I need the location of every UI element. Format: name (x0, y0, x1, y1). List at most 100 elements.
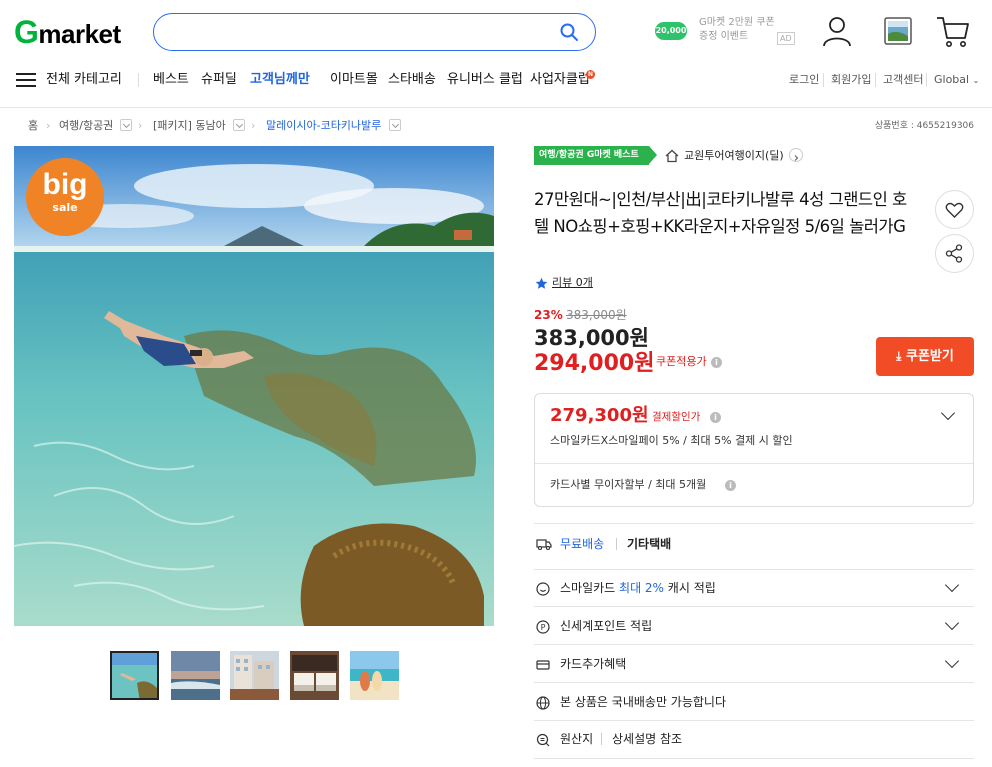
row-divider (534, 644, 974, 645)
breadcrumb-level3[interactable]: 말레이시아-코타키나발루 (266, 119, 381, 133)
coupon-price: 294,000원 (534, 351, 655, 376)
main-nav: 전체 카테고리 베스트 슈퍼딜 고객님께만 이마트몰 스타배송 유니버스 클럽 … (0, 66, 992, 96)
product-number: 상품번호 : 4655219306 (874, 121, 974, 131)
nav-divider (138, 73, 139, 87)
thumbnail-1[interactable] (110, 651, 159, 700)
my-account-icon[interactable] (821, 14, 853, 48)
info-icon[interactable]: i (725, 480, 736, 491)
logo-text: market (38, 19, 121, 49)
breadcrumb-separator: › (251, 119, 256, 132)
origin-search-icon (536, 733, 550, 747)
breadcrumb-separator: › (46, 119, 51, 132)
nav-universe-club[interactable]: 유니버스 클럽 (447, 71, 523, 89)
seller-name-link[interactable]: 교원투어여행이지(딜) (684, 148, 784, 164)
search-icon[interactable] (559, 22, 579, 42)
thumbnail-2[interactable] (171, 651, 220, 700)
new-badge: N (586, 70, 595, 79)
cart-icon[interactable] (935, 14, 971, 48)
thumbnail-5[interactable] (350, 651, 399, 700)
breadcrumb-level2[interactable]: [패키지] 동남아 (153, 119, 226, 133)
share-icon (945, 244, 963, 263)
smile-card-cashback[interactable]: 스마일카드 최대 2% 캐시 적립 (560, 580, 716, 596)
info-icon[interactable]: i (710, 412, 721, 423)
breadcrumb-dropdown-3[interactable] (389, 119, 401, 131)
nav-best[interactable]: 베스트 (153, 71, 189, 89)
divider (616, 538, 617, 550)
payment-discount-desc: 스마일카드X스마일페이 5% / 최대 5% 결제 시 할인 (550, 434, 793, 447)
coupon-ad-banner[interactable]: 20,000 G마켓 2만원 쿠폰 증정 이벤트 AD (655, 14, 795, 50)
breadcrumb-level1[interactable]: 여행/항공권 (59, 119, 113, 133)
star-icon (535, 277, 548, 289)
row-divider (534, 569, 974, 570)
thumb-image (290, 651, 339, 700)
big-sale-badge: big sale (26, 158, 104, 236)
domestic-shipping-note: 본 상품은 국내배송만 가능합니다 (560, 695, 727, 709)
signup-link[interactable]: 회원가입 (831, 73, 871, 87)
card-benefit[interactable]: 카드추가혜택 (560, 656, 626, 672)
ad-tag: AD (777, 32, 795, 45)
chevron-down-icon[interactable] (944, 653, 960, 669)
nav-divider-line (0, 107, 992, 108)
original-price: 383,000원 (566, 308, 627, 322)
hamburger-menu-icon[interactable] (16, 72, 36, 88)
wishlist-button[interactable] (935, 190, 974, 229)
chevron-down-icon[interactable] (944, 577, 960, 593)
coin-icon: 20,000 (655, 22, 687, 40)
smile-card-icon (536, 582, 550, 596)
ad-text: G마켓 2만원 쿠폰 증정 이벤트 (699, 17, 775, 42)
share-button[interactable] (935, 234, 974, 273)
search-bar[interactable] (153, 13, 596, 51)
payment-discount-price: 279,300원 (550, 405, 649, 426)
nav-business-club[interactable]: 사업자클럽 (530, 71, 590, 89)
nav-divider (926, 73, 927, 87)
recent-viewed-icon[interactable] (882, 14, 914, 48)
shipping-type: 기타택배 (627, 537, 672, 551)
nav-superdeal[interactable]: 슈퍼딜 (201, 71, 237, 89)
breadcrumb-dropdown-1[interactable] (120, 119, 132, 131)
all-categories-link[interactable]: 전체 카테고리 (46, 71, 122, 89)
divider (601, 733, 602, 745)
login-link[interactable]: 로그인 (789, 73, 819, 87)
origin-value: 상세설명 참조 (612, 732, 683, 746)
gmarket-logo[interactable]: Gmarket (14, 16, 121, 50)
product-main-image[interactable]: big sale (14, 146, 494, 626)
thumbnail-3[interactable] (230, 651, 279, 700)
row-divider (534, 523, 974, 524)
seller-arrow-button[interactable] (789, 148, 803, 162)
download-arrow-icon: ⤓ (896, 349, 902, 363)
globe-icon (536, 696, 550, 710)
thumb-image (112, 653, 157, 698)
thumb-image (350, 651, 399, 700)
credit-card-icon (536, 660, 550, 670)
coupon-download-button[interactable]: ⤓ 쿠폰받기 (876, 337, 974, 376)
thumbnail-4[interactable] (290, 651, 339, 700)
sale-price: 383,000원 (534, 326, 649, 350)
coupon-price-label: 쿠폰적용가 (656, 355, 707, 368)
row-divider (534, 758, 974, 759)
nav-emart[interactable]: 이마트몰 (330, 71, 378, 89)
svg-text:P: P (541, 623, 546, 632)
chevron-right-icon (794, 155, 799, 161)
customer-center-link[interactable]: 고객센터 (883, 73, 923, 87)
origin-label: 원산지 (560, 732, 594, 746)
heart-icon (945, 202, 964, 218)
nav-for-you[interactable]: 고객님께만 (250, 71, 310, 89)
box-divider (535, 463, 973, 464)
row-divider (534, 606, 974, 607)
chevron-down-icon[interactable] (944, 615, 960, 631)
point-icon: P (536, 620, 550, 634)
info-icon[interactable]: i (711, 357, 722, 368)
nav-star-delivery[interactable]: 스타배송 (388, 71, 436, 89)
review-link[interactable]: 리뷰 0개 (552, 275, 593, 291)
logo-g: G (14, 14, 39, 50)
shinsegae-point[interactable]: 신세계포인트 적립 (560, 618, 652, 634)
breadcrumb-dropdown-2[interactable] (233, 119, 245, 131)
chevron-down-icon: ⌄ (972, 76, 980, 85)
breadcrumb-separator: › (138, 119, 143, 132)
discount-rate: 23% (534, 308, 563, 322)
breadcrumb-home[interactable]: 홈 (28, 119, 38, 133)
row-divider (534, 682, 974, 683)
nav-divider (823, 73, 824, 87)
search-input[interactable] (172, 22, 542, 42)
global-link[interactable]: Global ⌄ (934, 73, 979, 88)
